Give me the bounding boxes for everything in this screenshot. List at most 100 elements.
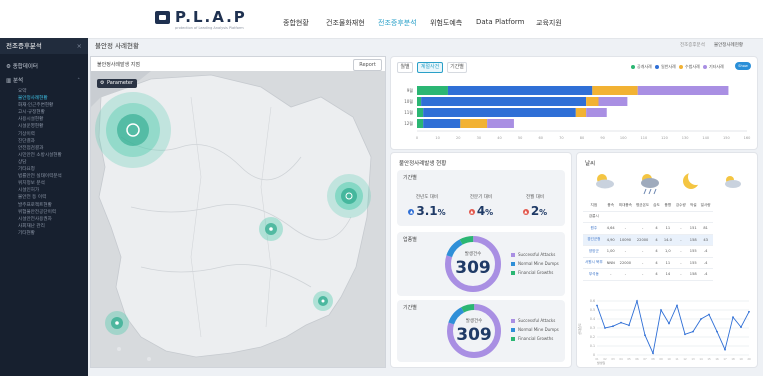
table-cell: - [616, 222, 634, 235]
sidebar-item[interactable]: 시설운영현황 [0, 123, 88, 130]
nav-item[interactable]: 위험도예측 [430, 18, 462, 28]
hotspot-east-coast[interactable] [327, 174, 371, 218]
legend-swatch [511, 262, 515, 266]
bar-segment[interactable] [417, 97, 422, 106]
data-point[interactable] [628, 324, 630, 327]
data-point[interactable] [708, 313, 710, 316]
data-point[interactable] [692, 330, 694, 333]
data-point[interactable] [652, 352, 654, 355]
sidebar-section-data[interactable]: ⚙ 종합데이터 [0, 60, 88, 74]
legend-label: 일반사례 [661, 64, 676, 69]
bar-segment[interactable] [592, 86, 638, 95]
data-point[interactable] [620, 321, 622, 324]
bar-segment[interactable] [460, 119, 488, 128]
period-card: 기간별 전년도 대비 ▲ 3.1% 전분기 대비 ▲ 4% 전월 대비 ▲ 2% [397, 170, 565, 226]
bar-segment[interactable] [598, 97, 628, 106]
sidebar-item[interactable]: 진단결과 [0, 138, 88, 145]
table-cell: 14 [661, 268, 674, 281]
table-cell [661, 211, 674, 223]
y-tick-label: 0 [593, 353, 595, 357]
close-icon[interactable]: × [77, 38, 82, 54]
data-point[interactable] [604, 327, 606, 329]
bar-segment[interactable] [447, 86, 593, 95]
data-point[interactable] [700, 318, 702, 320]
bar-segment[interactable] [417, 119, 424, 128]
nav-item[interactable]: 건조물화재현 [326, 18, 365, 28]
donut-legend-item: Financial Growths [511, 336, 553, 341]
hotspot-seoul[interactable] [95, 92, 171, 168]
nav-item[interactable]: Data Platform [476, 18, 524, 26]
parameter-button[interactable]: ⚙ Parameter [97, 79, 137, 88]
bar-segment[interactable] [575, 108, 587, 117]
bar-segment[interactable] [586, 97, 599, 106]
sidebar-item[interactable]: 안전점검결과 [0, 145, 88, 152]
sidebar-item[interactable]: 고시·규정현황 [0, 109, 88, 116]
sidebar-item[interactable]: 사용시설현황 [0, 116, 88, 123]
sidebar-item[interactable]: 사회재난 관리 [0, 223, 88, 230]
sidebar-item[interactable]: 시민안전 소방시설현황 [0, 152, 88, 159]
table-cell: 강릉시 [583, 211, 605, 223]
table-row[interactable]: 원주 4,64- -4 11-151 81 [583, 222, 713, 235]
table-row[interactable]: 부석동 - - -4 14-158 -4 [583, 268, 713, 281]
bar-segment[interactable] [586, 108, 607, 117]
sidebar-item[interactable]: 위치정보 분석 [0, 180, 88, 187]
show-toggle[interactable]: Show [735, 62, 751, 70]
table-row[interactable]: 경선군청 4,90 10090 22000 4 14.0-158 43 [583, 234, 713, 246]
data-point[interactable] [596, 304, 598, 307]
table-cell: 14.0 [661, 234, 674, 246]
report-button[interactable]: Report [353, 59, 382, 71]
sidebar-item[interactable]: 상담 [0, 159, 88, 166]
sidebar-section-analysis[interactable]: ▥ 분석 ˄ [0, 74, 88, 88]
korea-map[interactable] [91, 57, 385, 367]
metric-unit: % [485, 208, 494, 217]
bar-segment[interactable] [417, 86, 448, 95]
bar-segment[interactable] [421, 97, 587, 106]
bar-segment[interactable] [637, 86, 729, 95]
data-point[interactable] [636, 300, 638, 302]
sidebar-item[interactable]: 법률안전 실태이력분석 [0, 173, 88, 180]
filter-icon: ⚙ [100, 80, 105, 86]
sidebar-item[interactable]: 시설안전사용권자 [0, 216, 88, 223]
data-point[interactable] [660, 309, 662, 311]
data-point[interactable] [740, 326, 742, 328]
data-point[interactable] [676, 304, 678, 307]
x-axis-label: 발생일 [597, 360, 606, 365]
data-point[interactable] [732, 316, 734, 319]
bar-segment[interactable] [487, 119, 514, 128]
sidebar-item[interactable]: 시설인허가 [0, 187, 88, 194]
sidebar-item[interactable]: 화재·인근주변현황 [0, 102, 88, 109]
data-point[interactable] [612, 325, 614, 328]
sidebar-item[interactable]: 기타현황 [0, 230, 88, 237]
hotspot-south-west[interactable] [105, 311, 129, 335]
data-point[interactable] [716, 330, 718, 333]
sidebar-item[interactable]: 요약 [0, 88, 88, 95]
bar-segment[interactable] [423, 108, 576, 117]
hotspot-central[interactable] [259, 217, 283, 241]
sidebar-item[interactable]: 발주프로젝트현황 [0, 202, 88, 209]
legend-item: 기타사례 [703, 64, 724, 70]
data-point[interactable] [684, 333, 686, 336]
table-row[interactable]: 강릉시 [583, 211, 713, 223]
table-row[interactable]: 양양군 1,00- -4 1,0-155 -4 [583, 245, 713, 258]
data-point[interactable] [644, 334, 646, 337]
hotspot-busan[interactable] [313, 291, 333, 311]
data-point[interactable] [668, 322, 670, 325]
bar-segment[interactable] [423, 119, 461, 128]
legend-swatch [631, 65, 635, 69]
sidebar-item[interactable]: 기타요청 [0, 166, 88, 173]
nav-item[interactable]: 종합현황 [283, 18, 309, 28]
table-header-cell: 평균온도 [634, 200, 652, 212]
table-row[interactable]: 서원시 북부 NNN 22000-4 11-155 -4 [583, 257, 713, 269]
data-point[interactable] [724, 348, 726, 351]
sidebar-item[interactable]: 기상이력 [0, 131, 88, 138]
table-cell: - [673, 257, 688, 269]
nav-item-active[interactable]: 전조증후분석 [378, 18, 417, 28]
sidebar-item[interactable]: 불안전 등 이력 [0, 194, 88, 201]
sidebar-item[interactable]: 위험물안전공단이력 [0, 209, 88, 216]
sidebar-item-active[interactable]: 불안정사례현황 [0, 95, 88, 102]
nav-item[interactable]: 교육지원 [536, 18, 562, 28]
data-point[interactable] [748, 310, 750, 313]
y-tick-label: 11월 [404, 109, 413, 115]
bar-segment[interactable] [417, 108, 424, 117]
breadcrumb-item[interactable]: 전조증후분석 [680, 42, 705, 48]
